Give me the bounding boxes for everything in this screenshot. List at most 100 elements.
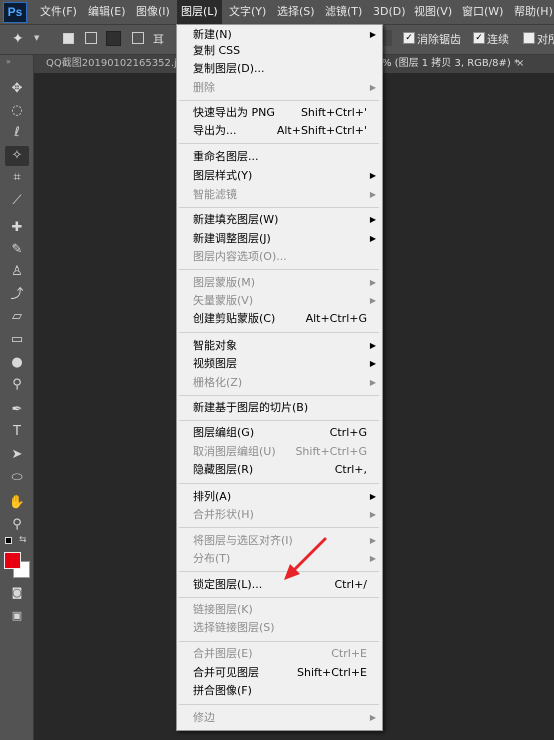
add-to-selection-icon[interactable] (85, 32, 97, 44)
marquee-tool-icon[interactable]: ◌ (5, 101, 29, 121)
menu-item-new-fill-layer[interactable]: 新建填充图层(W) ▶ (177, 211, 382, 229)
menu-separator (179, 269, 379, 270)
submenu-arrow-icon: ▶ (369, 378, 376, 387)
menu-item-hide-layers[interactable]: 隐藏图层(R) Ctrl+, (177, 461, 382, 479)
history-brush-tool-icon[interactable]: ⤴ (5, 285, 29, 305)
menu-item-new-layer-based-slice[interactable]: 新建基于图层的切片(B) (177, 399, 382, 417)
menu-item-layer-style[interactable]: 图层样式(Y) ▶ (177, 167, 382, 185)
eyedropper-tool-icon[interactable]: ⟋ (5, 191, 29, 211)
menu-item-merge-visible[interactable]: 合并可见图层 Shift+Ctrl+E (177, 664, 382, 682)
menu-separator (179, 704, 379, 705)
menu-separator (179, 143, 379, 144)
magic-wand-tool-icon[interactable]: ✧ (5, 146, 29, 166)
submenu-arrow-icon: ▶ (369, 341, 376, 350)
swap-colors-icon[interactable]: ⇆ (19, 535, 27, 545)
menu-separator (179, 100, 379, 101)
menu-item-rename-layer[interactable]: 重命名图层... (177, 148, 382, 166)
menu-item-group-layers[interactable]: 图层编组(G) Ctrl+G (177, 424, 382, 442)
submenu-arrow-icon: ▶ (369, 296, 376, 305)
default-colors-icon[interactable] (5, 537, 12, 544)
ellipse-tool-icon[interactable]: ⬭ (5, 468, 29, 488)
blur-tool-icon[interactable]: ● (5, 353, 29, 373)
menu-bar: Ps 文件(F) 编辑(E) 图像(I) 图层(L) 文字(Y) 选择(S) 滤… (0, 0, 554, 25)
document-tab-title[interactable]: QQ截图20190102165352.jp (46, 55, 183, 73)
pen-tool-icon[interactable]: ✒ (5, 400, 29, 420)
zoom-tool-icon[interactable]: ⚲ (5, 515, 29, 535)
submenu-arrow-icon: ▶ (369, 359, 376, 368)
screen-mode-icon[interactable]: ▣ (5, 606, 29, 626)
menu-item-combine-shapes: 合并形状(H) ▶ (177, 506, 382, 524)
intersect-selection-icon[interactable] (132, 32, 144, 44)
gradient-tool-icon[interactable]: ▭ (5, 330, 29, 350)
sample-all-label: 对所 (537, 33, 554, 46)
menu-separator (179, 332, 379, 333)
move-tool-icon[interactable]: ✥ (5, 79, 29, 99)
dodge-tool-icon[interactable]: ⚲ (5, 375, 29, 395)
menu-item-new-adjustment-layer[interactable]: 新建调整图层(J) ▶ (177, 230, 382, 248)
menu-item-export-as[interactable]: 导出为... Alt+Shift+Ctrl+' (177, 122, 382, 140)
type-tool-icon[interactable]: T (5, 422, 29, 442)
document-tab-status: % (图层 1 拷贝 3, RGB/8#) * (382, 58, 519, 69)
menu-help[interactable]: 帮助(H) (510, 0, 554, 24)
submenu-arrow-icon: ▶ (369, 278, 376, 287)
hand-tool-icon[interactable]: ✋ (5, 493, 29, 513)
layer-menu-dropdown: 新建(N) ▶ 复制 CSS 复制图层(D)... 删除 ▶ 快速导出为 PNG Sh… (176, 24, 383, 731)
menu-type[interactable]: 文字(Y) (225, 0, 270, 24)
quick-mask-icon[interactable]: ◙ (5, 583, 29, 603)
menu-file[interactable]: 文件(F) (36, 0, 81, 24)
foreground-color-swatch[interactable] (4, 552, 21, 569)
healing-brush-tool-icon[interactable]: ✚ (5, 218, 29, 238)
submenu-arrow-icon: ▶ (369, 215, 376, 224)
menu-3d[interactable]: 3D(D) (369, 0, 410, 24)
menu-item-quick-export-png[interactable]: 快速导出为 PNG Shift+Ctrl+' (177, 104, 382, 122)
collapse-panel-icon[interactable]: » (6, 57, 11, 66)
submenu-arrow-icon: ▶ (369, 190, 376, 199)
submenu-arrow-icon: ▶ (369, 536, 376, 545)
submenu-arrow-icon: ▶ (369, 713, 376, 722)
clone-stamp-tool-icon[interactable]: ♙ (5, 262, 29, 282)
close-tab-icon[interactable]: × (516, 55, 524, 73)
menu-item-select-linked-layers: 选择链接图层(S) (193, 621, 275, 634)
menu-item-layer-content-options: 图层内容选项(O)... (193, 250, 287, 263)
sample-all-checkbox[interactable] (523, 32, 535, 44)
menu-item-copy-css[interactable]: 复制 CSS (177, 42, 382, 60)
contiguous-checkbox[interactable]: ✓ (473, 32, 485, 44)
path-selection-tool-icon[interactable]: ➤ (5, 445, 29, 465)
menu-item-flatten-image[interactable]: 拼合图像(F) (177, 682, 382, 700)
menu-window[interactable]: 窗口(W) (458, 0, 507, 24)
menu-separator (179, 527, 379, 528)
menu-item-create-clipping-mask[interactable]: 创建剪贴蒙版(C) Alt+Ctrl+G (177, 310, 382, 328)
menu-item-smart-object[interactable]: 智能对象 ▶ (177, 337, 382, 355)
menu-item-rasterize: 栅格化(Z) ▶ (177, 374, 382, 392)
menu-layer[interactable]: 图层(L) (177, 0, 222, 24)
menu-item-video-layers[interactable]: 视频图层 ▶ (177, 355, 382, 373)
menu-separator (179, 597, 379, 598)
antialias-checkbox[interactable]: ✓ (403, 32, 415, 44)
submenu-arrow-icon: ▶ (369, 510, 376, 519)
menu-item-vector-mask: 矢量蒙版(V) ▶ (177, 292, 382, 310)
lasso-tool-icon[interactable]: ℓ (5, 123, 29, 143)
menu-edit[interactable]: 编辑(E) (84, 0, 130, 24)
menu-image[interactable]: 图像(I) (132, 0, 174, 24)
red-arrow-icon (284, 537, 327, 580)
menu-view[interactable]: 视图(V) (410, 0, 456, 24)
preset-dropdown-icon[interactable]: ▼ (34, 34, 39, 42)
menu-item-arrange[interactable]: 排列(A) ▶ (177, 488, 382, 506)
menu-filter[interactable]: 滤镜(T) (321, 0, 366, 24)
subtract-from-selection-icon[interactable] (106, 31, 121, 46)
new-selection-icon[interactable] (63, 33, 74, 44)
crop-tool-icon[interactable]: ⌗ (5, 168, 29, 188)
menu-item-matting: 修边 ▶ (177, 709, 382, 727)
brush-tool-icon[interactable]: ✎ (5, 240, 29, 260)
tools-panel: » ✥ ◌ ℓ ✧ ⌗ ⟋ ✚ ✎ ♙ ⤴ ▱ ▭ ● ⚲ ✒ T ➤ ⬭ ✋ … (0, 55, 34, 740)
photoshop-logo: Ps (3, 2, 27, 23)
menu-item-duplicate-layer[interactable]: 复制图层(D)... (177, 60, 382, 78)
menu-item-layer-mask: 图层蒙版(M) ▶ (177, 274, 382, 292)
menu-separator (179, 641, 379, 642)
menu-separator (179, 395, 379, 396)
sample-size-icon[interactable]: 耳 (153, 31, 164, 47)
submenu-arrow-icon: ▶ (369, 83, 376, 92)
magic-wand-preset-icon[interactable]: ✦ (12, 31, 24, 47)
menu-select[interactable]: 选择(S) (273, 0, 319, 24)
eraser-tool-icon[interactable]: ▱ (5, 307, 29, 327)
